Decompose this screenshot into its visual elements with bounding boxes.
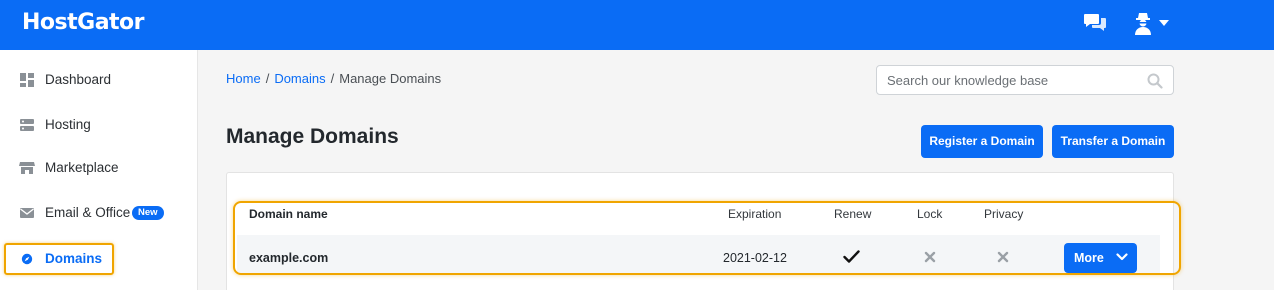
compass-icon — [21, 253, 33, 265]
x-icon — [997, 251, 1009, 263]
transfer-domain-button[interactable]: Transfer a Domain — [1052, 125, 1174, 158]
page-title: Manage Domains — [226, 125, 399, 148]
sidebar-item-label: Email & Office — [45, 205, 131, 220]
x-icon — [924, 251, 936, 263]
search-icon[interactable] — [1147, 73, 1163, 89]
breadcrumb-home-link[interactable]: Home — [226, 71, 261, 86]
column-header-privacy: Privacy — [984, 207, 1024, 221]
knowledge-base-search — [876, 65, 1174, 95]
new-badge: New — [132, 206, 164, 220]
breadcrumb-separator: / — [265, 71, 270, 86]
sidebar-item-email-office[interactable]: Email & Office New — [0, 196, 198, 230]
chevron-down-icon — [1116, 253, 1128, 261]
chevron-down-icon[interactable] — [1158, 19, 1170, 27]
sidebar-item-label: Domains — [45, 251, 103, 266]
more-button-label: More — [1074, 251, 1104, 265]
register-domain-button[interactable]: Register a Domain — [921, 125, 1043, 158]
email-icon — [20, 208, 34, 218]
server-icon — [20, 119, 34, 131]
column-header-renew: Renew — [834, 207, 872, 221]
logo[interactable]: HostGator — [22, 10, 145, 35]
breadcrumb-domains-link[interactable]: Domains — [274, 71, 325, 86]
sidebar-item-label: Hosting — [45, 117, 91, 132]
column-header-lock: Lock — [917, 207, 943, 221]
breadcrumb: Home / Domains / Manage Domains — [226, 71, 441, 86]
dashboard-icon — [20, 73, 34, 87]
check-icon — [843, 250, 860, 263]
sidebar-item-marketplace[interactable]: Marketplace — [0, 151, 198, 185]
user-icon[interactable] — [1133, 11, 1153, 35]
top-bar: HostGator — [0, 0, 1274, 50]
more-button[interactable]: More — [1064, 243, 1137, 273]
chat-icon[interactable] — [1083, 12, 1107, 34]
sidebar-item-dashboard[interactable]: Dashboard — [0, 63, 198, 97]
sidebar-item-hosting[interactable]: Hosting — [0, 108, 198, 142]
store-icon — [19, 162, 35, 174]
domains-table — [233, 201, 1181, 275]
breadcrumb-separator: / — [330, 71, 335, 86]
domain-name-cell[interactable]: example.com — [249, 251, 328, 265]
sidebar-item-label: Dashboard — [45, 72, 112, 87]
sidebar-item-label: Marketplace — [45, 160, 119, 175]
expiration-cell: 2021-02-12 — [723, 251, 787, 265]
sidebar-item-domains[interactable]: Domains — [4, 243, 114, 275]
search-input[interactable] — [887, 71, 1142, 89]
breadcrumb-current: Manage Domains — [339, 71, 442, 86]
column-header-domain-name[interactable]: Domain name — [249, 207, 328, 221]
column-header-expiration[interactable]: Expiration — [728, 207, 781, 221]
sidebar: Dashboard Hosting Marketplace Email & Of… — [0, 50, 198, 290]
